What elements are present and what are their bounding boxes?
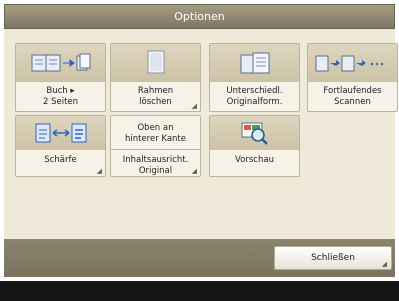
submenu-corner-icon: ◢ [191, 102, 197, 110]
erase-frame-icon [147, 50, 164, 74]
icon-area [308, 44, 397, 82]
submenu-corner-icon: ◢ [381, 260, 387, 268]
close-button[interactable]: Schließen ◢ [274, 246, 392, 270]
icon-area [111, 44, 200, 82]
window-title: Optionen [4, 4, 395, 29]
tile-label: Unterschiedl. Originalform. [226, 86, 283, 107]
icon-area [210, 116, 299, 150]
different-originals-button[interactable]: Unterschiedl. Originalform. [209, 43, 300, 112]
icon-area [16, 44, 105, 82]
sharpness-button[interactable]: Schärfe ◢ [15, 115, 106, 177]
tile-top-label: Oben an hinterer Kante [124, 123, 186, 144]
tile-label: Fortlaufendes Scannen [323, 86, 382, 107]
icon-area [210, 44, 299, 82]
book-to-two-pages-button[interactable]: Buch ▸ 2 Seiten [15, 43, 106, 112]
different-originals-icon [240, 52, 269, 74]
options-screen: Optionen Buch ▸ 2 Seiten Rahmen löschen … [0, 0, 399, 301]
continuous-scan-button[interactable]: Fortlaufendes Scannen [307, 43, 398, 112]
tile-label: Buch ▸ 2 Seiten [42, 86, 79, 107]
tile-label: Rahmen löschen [137, 86, 174, 107]
icon-area [16, 116, 105, 150]
sharpness-icon [35, 123, 86, 143]
preview-button[interactable]: Vorschau [209, 115, 300, 177]
content-orientation-button[interactable]: Oben an hinterer Kante Inhaltsausricht. … [110, 115, 201, 177]
submenu-corner-icon: ◢ [191, 167, 197, 175]
submenu-corner-icon: ◢ [96, 167, 102, 175]
footer-strip [0, 281, 399, 301]
tile-label: Inhaltsausricht. Original [122, 155, 189, 176]
continuous-scan-icon [315, 55, 383, 72]
book-to-two-pages-icon [31, 53, 90, 72]
tile-label: Schärfe [44, 155, 77, 165]
options-panel: Buch ▸ 2 Seiten Rahmen löschen ◢ Untersc… [4, 29, 398, 239]
close-button-label: Schließen [311, 253, 355, 263]
preview-icon [241, 122, 268, 145]
erase-frame-button[interactable]: Rahmen löschen ◢ [110, 43, 201, 112]
tile-label: Vorschau [235, 155, 274, 165]
